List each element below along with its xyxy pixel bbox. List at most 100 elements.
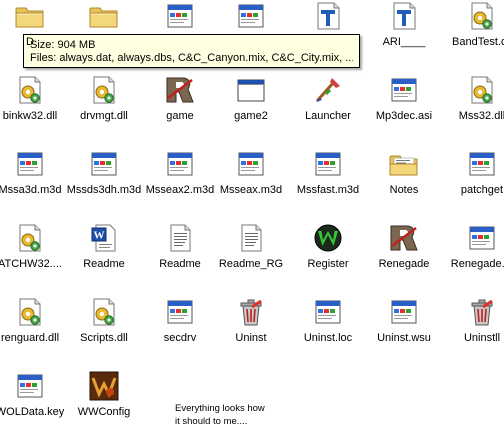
window-app-icon — [235, 148, 267, 180]
dll-gear-icon — [14, 296, 46, 328]
file-label: Renegade — [378, 258, 430, 270]
folder-icon — [88, 0, 120, 32]
file-label: Mp3dec.asi — [375, 110, 433, 122]
notes-folder-icon — [388, 148, 420, 180]
file-item-readme-txt[interactable]: Readme — [144, 222, 216, 280]
file-item-launcher[interactable]: Launcher — [292, 74, 364, 132]
file-item-d[interactable]: D — [0, 0, 66, 58]
file-label: ARI____ — [382, 36, 426, 48]
file-label: Launcher — [305, 110, 351, 122]
file-item-msseax2[interactable]: Msseax2.m3d — [144, 148, 216, 206]
window-app-icon — [466, 222, 498, 254]
file-item-woldata[interactable]: WOLData.key — [0, 370, 66, 428]
window-app-icon — [466, 148, 498, 180]
file-item-renegade[interactable]: Renegade — [368, 222, 440, 280]
window-app-icon — [164, 296, 196, 328]
window-app-icon — [388, 296, 420, 328]
file-item-msseax[interactable]: Msseax.m3d — [215, 148, 287, 206]
file-label: Notes — [389, 184, 419, 196]
file-item-binkw32[interactable]: binkw32.dll — [0, 74, 66, 132]
window-app-icon — [312, 148, 344, 180]
file-item-readme-doc[interactable]: Readme — [68, 222, 140, 280]
file-item-mp3dec[interactable]: Mp3dec.asi — [368, 74, 440, 132]
file-item-folder[interactable] — [68, 0, 140, 58]
window-app-icon — [388, 74, 420, 106]
renegade-logo-icon — [388, 222, 420, 254]
window-app-icon — [312, 296, 344, 328]
file-item-uninst[interactable]: Uninst — [215, 296, 287, 354]
file-label: Uninst.loc — [303, 332, 353, 344]
file-item-mssds3dh[interactable]: Mssds3dh.m3d — [67, 148, 141, 206]
annotation-line-2: it should to me.... — [175, 416, 248, 427]
file-item-patchget[interactable]: patchget — [446, 148, 504, 206]
file-item-uninst-loc[interactable]: Uninst.loc — [292, 296, 364, 354]
file-item-uninst-wsu[interactable]: Uninst.wsu — [368, 296, 440, 354]
file-label: Renegade.lo — [450, 258, 504, 270]
file-item-app[interactable] — [144, 0, 216, 58]
dll-gear-icon — [88, 296, 120, 328]
word-doc-icon — [88, 222, 120, 254]
file-item-readme-rg[interactable]: Readme_RG — [215, 222, 287, 280]
renegade-logo-icon — [164, 74, 196, 106]
file-item-wwconfig[interactable]: WWConfig — [68, 370, 140, 428]
file-item-mss32[interactable]: Mss32.dll — [446, 74, 504, 132]
dll-gear-icon — [14, 222, 46, 254]
window-app-icon — [235, 0, 267, 32]
window-app-icon — [164, 0, 196, 32]
dll-gear-icon — [466, 0, 498, 32]
file-label: Mssds3dh.m3d — [66, 184, 142, 196]
file-label: patchget — [460, 184, 504, 196]
file-item-patchw32[interactable]: ATCHW32.... — [0, 222, 66, 280]
file-item-mssfast[interactable]: Mssfast.m3d — [292, 148, 364, 206]
file-label: drvmgt.dll — [80, 110, 128, 122]
file-item-drvmgt[interactable]: drvmgt.dll — [68, 74, 140, 132]
launcher-brush-icon — [312, 74, 344, 106]
westwood-w-icon — [312, 222, 344, 254]
font-file-icon — [388, 0, 420, 32]
file-item-mssa3d[interactable]: Mssa3d.m3d — [0, 148, 66, 206]
file-item-app[interactable] — [215, 0, 287, 58]
annotation-note: Everything looks how it should to me.... — [175, 402, 265, 428]
file-item-game[interactable]: game — [144, 74, 216, 132]
file-label: Scripts.dll — [80, 332, 128, 344]
uninstall-trash-icon — [235, 296, 267, 328]
file-label: Msseax.m3d — [219, 184, 283, 196]
window-app-icon — [164, 148, 196, 180]
file-item-scripts[interactable]: Scripts.dll — [68, 296, 140, 354]
file-item-notes[interactable]: Notes — [368, 148, 440, 206]
text-doc-icon — [235, 222, 267, 254]
file-label: D — [26, 36, 34, 48]
file-label: Mss32.dll — [458, 110, 504, 122]
annotation-line-1: Everything looks how — [175, 403, 265, 414]
file-item-renguard[interactable]: renguard.dll — [0, 296, 66, 354]
file-label: game2 — [234, 110, 268, 122]
window-app-icon — [14, 148, 46, 180]
file-item-renegade-log[interactable]: Renegade.lo — [446, 222, 504, 280]
file-label: Uninst — [235, 332, 267, 344]
file-label: Uninst.wsu — [377, 332, 431, 344]
folder-icon — [14, 0, 46, 32]
file-label: BandTest.dll — [452, 36, 504, 48]
file-label: Register — [307, 258, 349, 270]
text-doc-icon — [164, 222, 196, 254]
application-window-icon — [235, 74, 267, 106]
file-item-uninstll[interactable]: Uninstll — [446, 296, 504, 354]
dll-gear-icon — [466, 74, 498, 106]
uninstall-trash-icon — [466, 296, 498, 328]
file-item-font[interactable] — [292, 0, 364, 58]
file-item-secdrv[interactable]: secdrv — [144, 296, 216, 354]
font-file-icon — [312, 0, 344, 32]
window-app-icon — [88, 148, 120, 180]
window-app-icon — [14, 370, 46, 402]
file-label: WWConfig — [77, 406, 131, 418]
file-item-bandtest[interactable]: BandTest.dll — [446, 0, 504, 58]
file-item-ari[interactable]: ARI____ — [368, 0, 440, 58]
dll-gear-icon — [88, 74, 120, 106]
file-label: Mssfast.m3d — [296, 184, 360, 196]
file-item-register[interactable]: Register — [292, 222, 364, 280]
dll-gear-icon — [14, 74, 46, 106]
file-label: Readme — [83, 258, 125, 270]
file-item-game2[interactable]: game2 — [215, 74, 287, 132]
file-label: Uninstll — [463, 332, 501, 344]
file-label: Readme_RG — [218, 258, 284, 270]
